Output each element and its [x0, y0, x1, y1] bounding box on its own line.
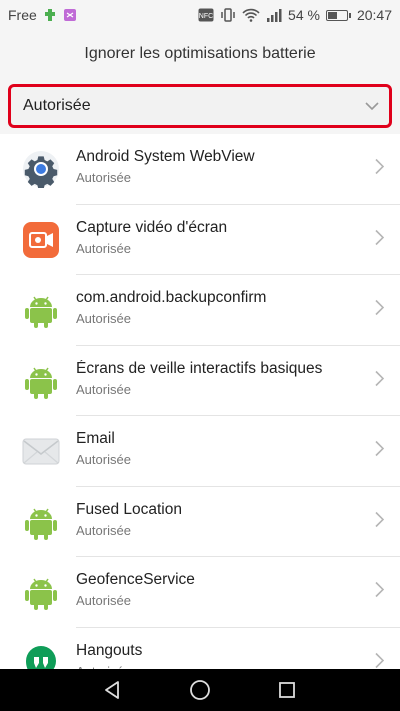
app-name: com.android.backupconfirm	[76, 289, 267, 306]
battery-percent: 54 %	[288, 7, 320, 23]
app-status: Autorisée	[76, 311, 131, 326]
android-robot-icon	[22, 291, 60, 329]
status-right: NFC 54 % 20:47	[198, 7, 392, 23]
app-list-item[interactable]: Écrans de veille interactifs basiques Au…	[0, 346, 400, 416]
android-robot-icon	[22, 573, 60, 611]
back-triangle-icon	[105, 681, 120, 699]
chevron-right-icon	[374, 511, 385, 532]
clock: 20:47	[356, 7, 392, 23]
app-status: Autorisée	[76, 593, 131, 608]
app-texts: Email Autorisée	[76, 430, 330, 467]
filter-dropdown[interactable]: Autorisée	[8, 84, 392, 128]
app-list-item[interactable]: Android System WebView Autorisée	[0, 134, 400, 205]
battery-tip	[348, 12, 351, 18]
app-texts: com.android.backupconfirm Autorisée	[76, 289, 330, 326]
navigation-bar	[0, 669, 400, 711]
app-name: Écrans de veille interactifs basiques	[76, 359, 323, 377]
app-list-item[interactable]: Email Autorisée	[0, 416, 400, 487]
filter-selected-label: Autorisée	[23, 97, 91, 114]
app-list-item[interactable]: GeofenceService Autorisée	[0, 557, 400, 628]
carrier-label: Free	[8, 7, 37, 23]
battery-body	[325, 9, 348, 21]
app-name: Android System WebView	[76, 148, 255, 165]
status-bar: Free NFC 54 % 20:47	[0, 0, 400, 30]
home-circle-icon	[190, 680, 210, 700]
status-left: Free	[8, 7, 77, 23]
app-texts: GeofenceService Autorisée	[76, 571, 330, 608]
android-robot-icon	[22, 503, 60, 541]
app-texts: Écrans de veille interactifs basiques Au…	[76, 360, 330, 397]
app-texts: Android System WebView Autorisée	[76, 148, 330, 185]
app-name: Capture vidéo d'écran	[76, 218, 228, 236]
app-name: Hangouts	[76, 641, 143, 659]
app-list-item[interactable]: com.android.backupconfirm Autorisée	[0, 275, 400, 346]
nfc-icon: NFC	[198, 8, 214, 22]
app-list: Android System WebView Autorisée Capture…	[0, 134, 400, 698]
recents-button[interactable]	[267, 670, 307, 710]
back-button[interactable]	[93, 670, 133, 710]
signal-icon	[266, 8, 282, 22]
email-envelope-icon	[22, 432, 60, 470]
app-status: Autorisée	[76, 240, 131, 256]
page-title: Ignorer les optimisations batterie	[84, 45, 316, 62]
app-name: GeofenceService	[76, 571, 195, 588]
screen: Free NFC 54 % 20:47 Ignorer les optimisa…	[0, 0, 400, 711]
screen-recorder-icon	[22, 221, 60, 259]
app-status: Autorisée	[76, 452, 131, 467]
app-name: Email	[76, 430, 115, 447]
app-status: Autorisée	[76, 170, 131, 185]
app-texts: Fused Location Autorisée	[76, 501, 330, 538]
recents-square-icon	[278, 682, 295, 698]
webview-gear-icon	[22, 150, 60, 189]
home-button[interactable]	[180, 670, 220, 710]
app-list-item[interactable]: Capture vidéo d'écran Autorisée	[0, 205, 400, 275]
chevron-right-icon	[374, 300, 385, 321]
vibrate-icon	[220, 8, 236, 22]
puzzle-notification-icon	[43, 8, 57, 22]
battery-icon	[325, 9, 351, 21]
chevron-right-icon	[374, 370, 385, 391]
app-status: Autorisée	[76, 522, 131, 538]
chevron-right-icon	[374, 159, 385, 180]
chevron-right-icon	[374, 441, 385, 462]
chevron-down-icon	[365, 101, 379, 111]
battery-fill	[327, 11, 337, 19]
wifi-icon	[242, 8, 260, 22]
app-status: Autorisée	[76, 381, 131, 397]
android-robot-icon	[22, 362, 60, 400]
chevron-right-icon	[374, 229, 385, 250]
chevron-right-icon	[374, 582, 385, 603]
app-notification-icon	[63, 8, 77, 22]
app-list-item[interactable]: Fused Location Autorisée	[0, 487, 400, 557]
app-texts: Capture vidéo d'écran Autorisée	[76, 219, 330, 256]
svg-text:NFC: NFC	[199, 13, 213, 20]
app-name: Fused Location	[76, 500, 182, 518]
